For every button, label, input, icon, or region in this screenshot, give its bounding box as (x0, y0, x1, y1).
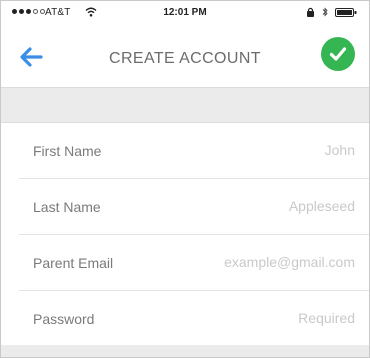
checkmark-icon (329, 47, 347, 61)
first-name-row: First Name (19, 123, 369, 179)
section-separator (1, 87, 369, 123)
first-name-label: First Name (33, 143, 102, 159)
password-label: Password (33, 311, 95, 327)
navigation-bar: CREATE ACCOUNT (1, 25, 369, 87)
last-name-row: Last Name (19, 179, 369, 235)
first-name-input[interactable] (155, 137, 355, 163)
create-account-form: First Name Last Name Parent Email Passwo… (1, 123, 369, 347)
section-separator-bottom (1, 345, 369, 357)
password-input[interactable] (155, 305, 355, 331)
last-name-input[interactable] (155, 193, 355, 219)
battery-icon (335, 8, 357, 17)
parent-email-row: Parent Email (19, 235, 369, 291)
parent-email-label: Parent Email (33, 255, 114, 271)
phone-screen: AT&T 12:01 PM CREATE ACCOUNT First Name … (0, 0, 370, 358)
status-bar: AT&T 12:01 PM (1, 1, 369, 25)
password-row: Password (19, 291, 369, 347)
parent-email-input[interactable] (155, 249, 355, 275)
bluetooth-icon (322, 7, 328, 17)
rotation-lock-icon (307, 7, 314, 17)
last-name-label: Last Name (33, 199, 101, 215)
confirm-button[interactable] (321, 37, 355, 71)
page-title: CREATE ACCOUNT (109, 50, 261, 67)
